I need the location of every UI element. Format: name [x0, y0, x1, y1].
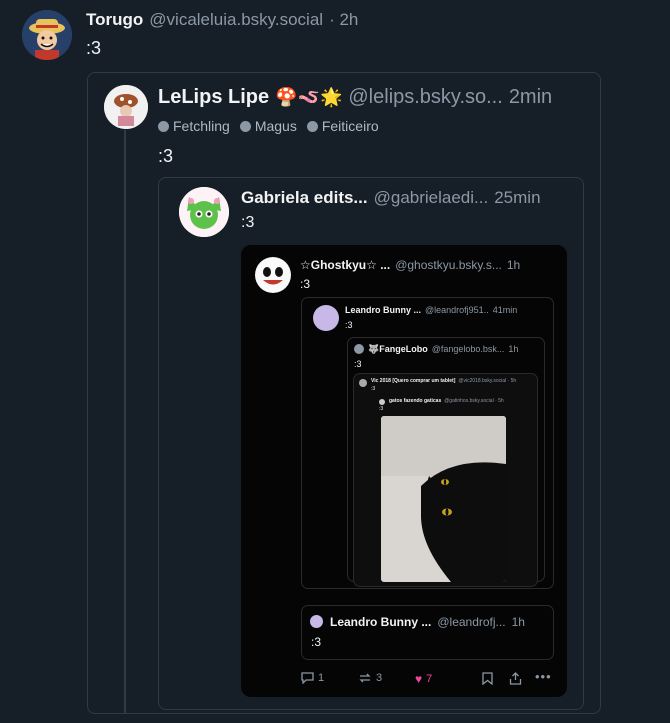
ss-reply-action: 1 [301, 672, 324, 684]
ss-repost-action: 3 [358, 672, 382, 684]
quote2-text: :3 [241, 214, 255, 231]
embedded-screenshot-image[interactable]: ☆Ghostkyu☆ ... @ghostkyu.bsky.s... 1h :3… [241, 245, 567, 697]
avatar-image [179, 187, 229, 237]
ss-post-text: :3 [300, 277, 311, 291]
ss-quote-b-text: :3 [354, 359, 362, 369]
avatar [313, 305, 339, 331]
ss-like-action: ♥ 7 [415, 672, 432, 686]
tag-label: Fetchling [173, 118, 230, 134]
ss-quote-c-author: Vic 2018 [Quero comprar um tablet] [371, 378, 456, 384]
avatar[interactable] [22, 10, 72, 60]
ss-quote-c-text: :3 [371, 386, 376, 392]
more-icon: ••• [535, 669, 552, 684]
ss-quote-e [301, 605, 554, 660]
avatar [359, 379, 367, 387]
post-author[interactable]: Torugo [86, 10, 143, 30]
quote1-handle[interactable]: @lelips.bsky.so... [348, 86, 502, 109]
tag-magus[interactable]: Magus [239, 118, 297, 134]
ss-quote-a-handle: @leandrofj951.. [425, 305, 489, 315]
ss-quote-d-handle: @gatinhos.bsky.social · 5h [444, 398, 504, 404]
ss-quote-d-author: gatos fazendo gaticas [389, 398, 442, 404]
reply-icon [301, 672, 314, 684]
repost-count: 3 [376, 672, 383, 684]
avatar [354, 344, 364, 354]
tag-fetchling[interactable]: Fetchling [158, 118, 230, 134]
quote1-text: :3 [158, 146, 174, 166]
avatar [310, 615, 323, 628]
thread-line [124, 130, 126, 714]
repost-icon [359, 673, 371, 683]
ss-quote-e-author: Leandro Bunny ... [330, 615, 432, 629]
quote1-tags: Fetchling Magus Feiticeiro [158, 118, 389, 134]
quote2-handle[interactable]: @gabrielaedi... [374, 188, 489, 208]
ss-quote-b-time: 1h [508, 344, 519, 354]
ss-quote-a-author: Leandro Bunny ... [345, 305, 422, 315]
cat-photo-image [381, 416, 506, 582]
tag-icon [306, 120, 318, 132]
avatar-image [256, 258, 290, 292]
ss-quote-b-handle: @fangelobo.bsk... [431, 344, 505, 354]
reply-count: 1 [318, 672, 325, 684]
ss-post-author: ☆Ghostkyu☆ ... [300, 258, 391, 272]
ss-quote-c-handle: @vic2018.bsky.social · 5h [458, 378, 517, 384]
avatar[interactable] [104, 85, 148, 129]
quote1-emojis: 🍄🪱🌟 [275, 87, 343, 107]
ss-quote-a-time: 41min [492, 305, 518, 315]
ss-quote-e-handle: @leandrofj... [437, 615, 506, 629]
avatar [379, 399, 385, 405]
avatar [255, 257, 291, 293]
quote1-time[interactable]: 2min [509, 86, 552, 109]
ss-quote-b-author: 🐺FangeLobo [368, 344, 428, 354]
avatar-image [22, 10, 72, 60]
ss-quote-e-text: :3 [311, 635, 322, 649]
heart-icon: ♥ [415, 672, 423, 686]
share-icon [509, 672, 522, 690]
ss-post-time: 1h [506, 258, 521, 272]
tag-icon [158, 120, 169, 132]
quote2-time[interactable]: 25min [494, 188, 540, 208]
ss-quote-e-time: 1h [511, 615, 525, 629]
ss-quote-a-text: :3 [345, 320, 353, 330]
avatar[interactable] [179, 187, 229, 237]
avatar-image [104, 85, 148, 129]
post-time[interactable]: · 2h [329, 10, 358, 30]
ss-quote-d-text: :3 [379, 406, 384, 412]
like-count: 7 [426, 673, 433, 685]
tag-label: Magus [254, 118, 297, 134]
ss-post-handle: @ghostkyu.bsky.s... [395, 258, 502, 272]
quote2-author[interactable]: Gabriela edits... [241, 188, 368, 208]
tag-feiticeiro[interactable]: Feiticeiro [306, 118, 379, 134]
bookmark-icon [482, 672, 493, 690]
tag-label: Feiticeiro [321, 118, 379, 134]
quote1-author[interactable]: LeLips Lipe [158, 86, 269, 109]
tag-icon [239, 120, 251, 132]
post-text: :3 [86, 38, 102, 58]
post-handle[interactable]: @vicaleluia.bsky.social [149, 10, 323, 30]
